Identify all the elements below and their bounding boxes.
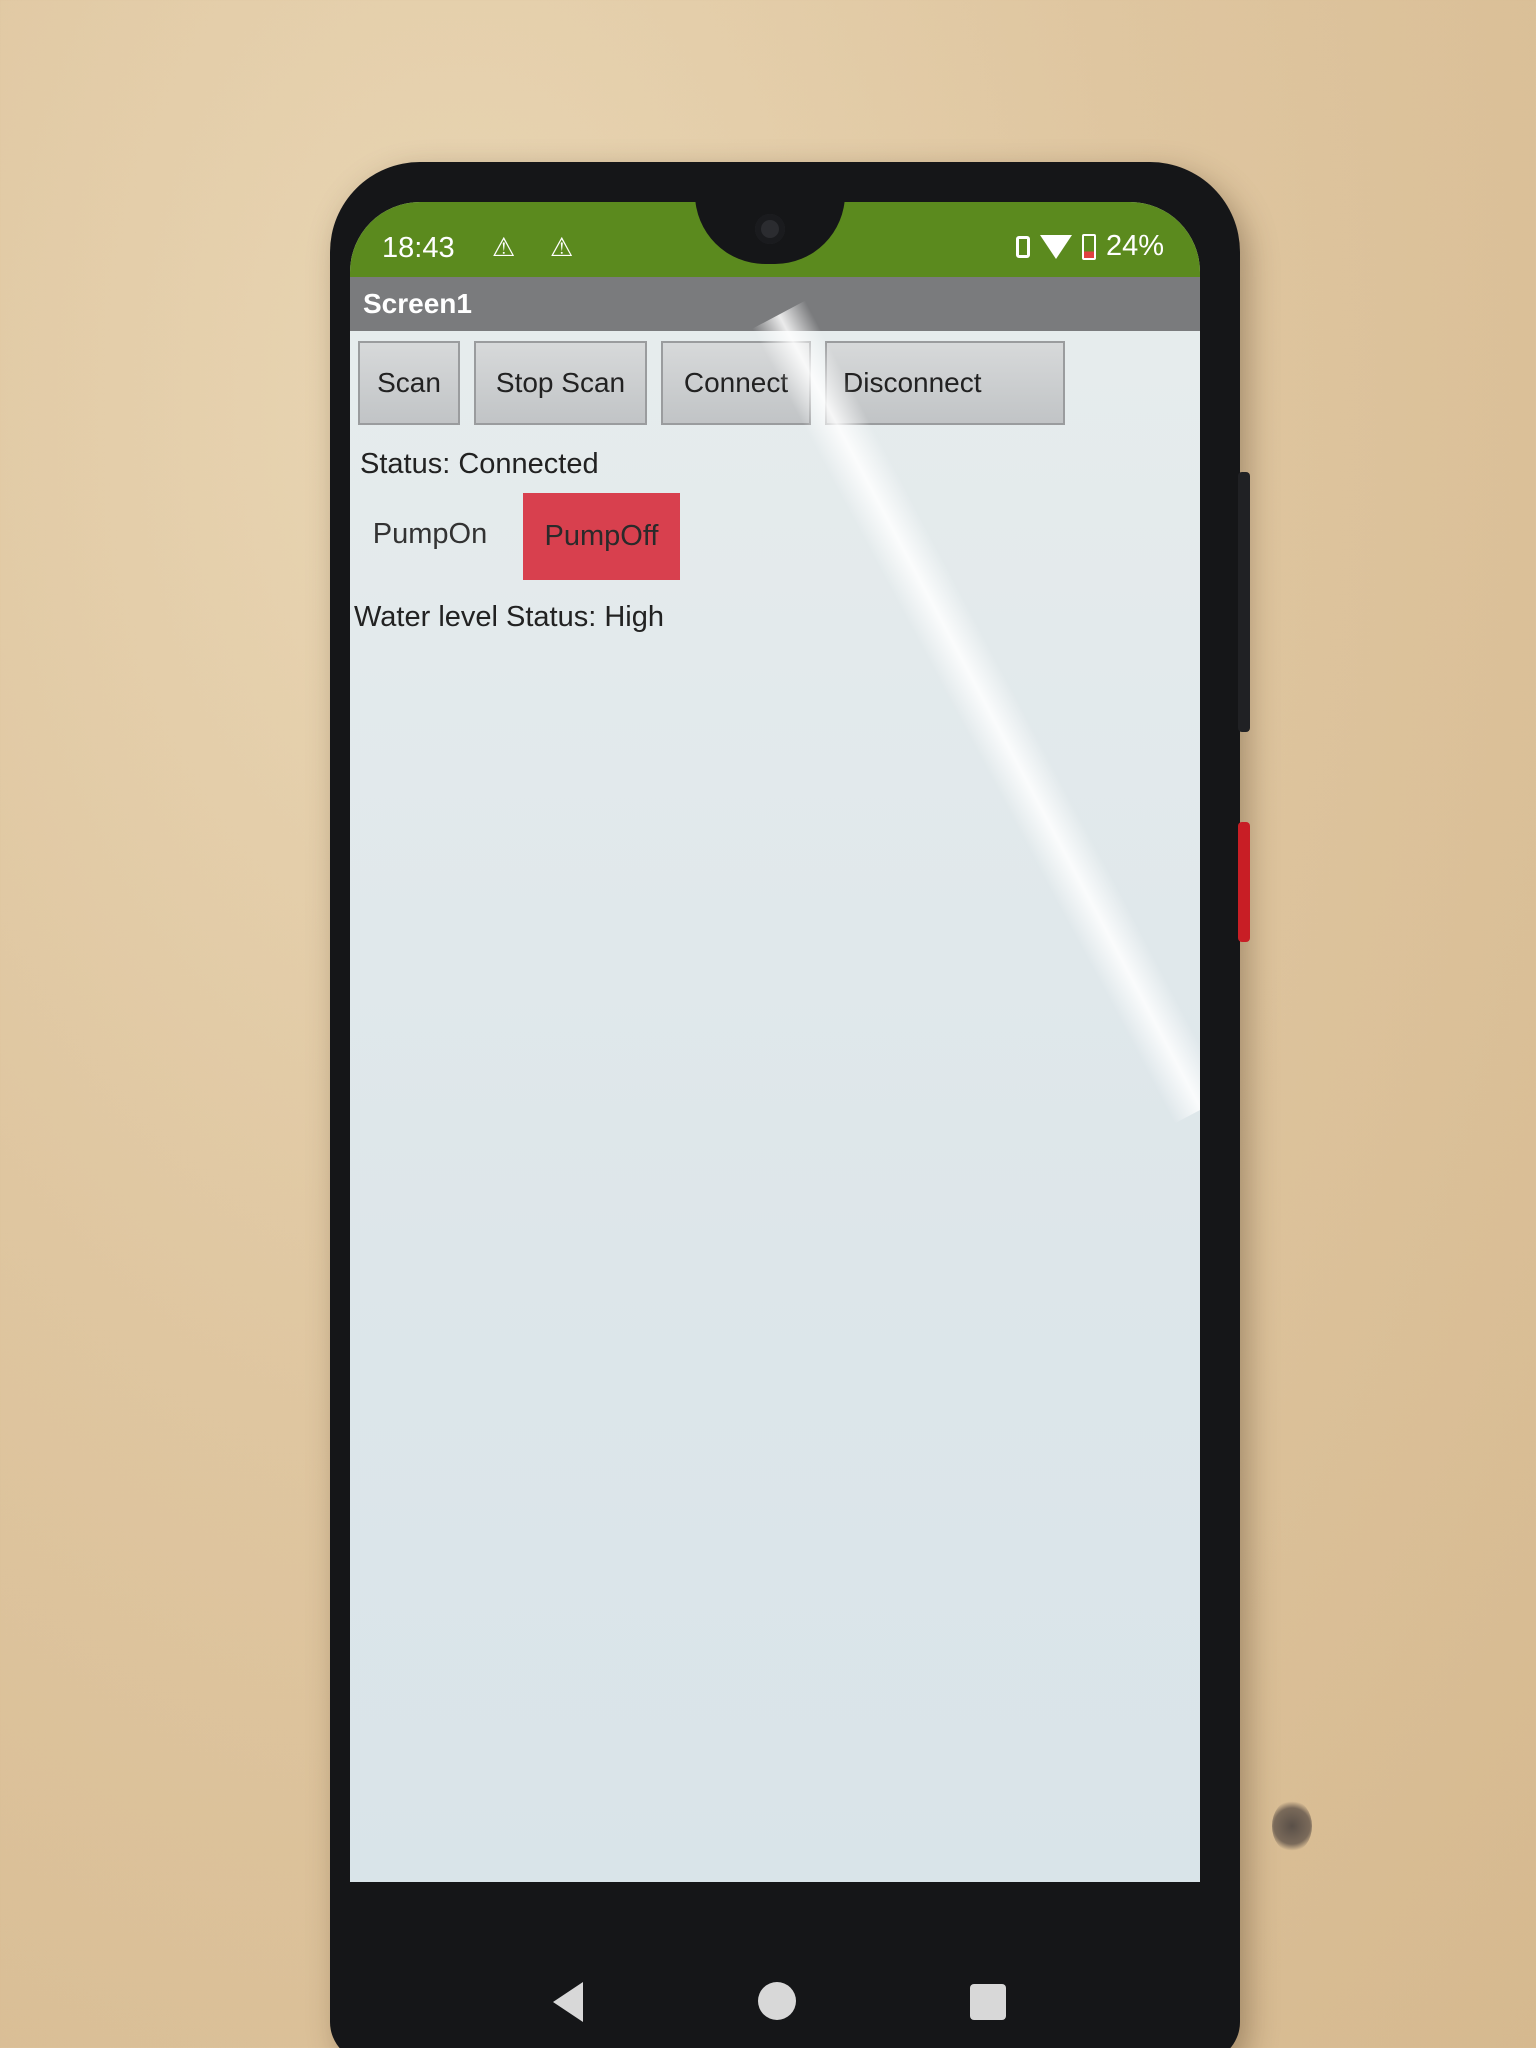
back-icon[interactable]	[553, 1982, 583, 2022]
warning-icon: ⚠	[492, 232, 516, 262]
phone-screen: 18:43 ⚠ ⚠ 24% Screen1 Scan Stop Scan Con…	[350, 202, 1200, 1882]
battery-icon	[1081, 233, 1096, 260]
screen-title: Screen1	[363, 288, 472, 319]
recents-icon[interactable]	[970, 1984, 1006, 2020]
navigation-bar	[330, 1882, 1240, 2048]
connection-status-label: Status: Connected	[360, 448, 599, 480]
vibrate-icon	[1015, 235, 1030, 258]
water-level-status-label: Water level Status: High	[354, 601, 664, 633]
bluetooth-button-row: Scan Stop Scan Connect Disconnect	[358, 341, 1065, 425]
table-debris	[1272, 1800, 1312, 1852]
app-content: Scan Stop Scan Connect Disconnect Status…	[350, 331, 1200, 1882]
battery-percent: 24%	[1105, 230, 1164, 262]
camera-notch	[695, 202, 845, 264]
connect-button[interactable]: Connect	[661, 341, 811, 425]
disconnect-button[interactable]: Disconnect	[825, 341, 1065, 425]
pump-off-button[interactable]: PumpOff	[523, 493, 680, 580]
warning-icon: ⚠	[550, 232, 574, 262]
pump-on-button[interactable]: PumpOn	[360, 491, 500, 577]
scan-button[interactable]: Scan	[358, 341, 460, 425]
wifi-icon	[1039, 234, 1072, 259]
app-title-bar: Screen1	[350, 277, 1200, 331]
status-bar: 18:43 ⚠ ⚠ 24%	[350, 202, 1200, 277]
status-time: 18:43	[382, 232, 455, 264]
volume-button	[1238, 472, 1250, 732]
system-icons: 24%	[1015, 230, 1164, 263]
power-button	[1238, 822, 1250, 942]
stop-scan-button[interactable]: Stop Scan	[474, 341, 647, 425]
phone: 18:43 ⚠ ⚠ 24% Screen1 Scan Stop Scan Con…	[330, 162, 1250, 2048]
front-camera-icon	[755, 214, 785, 244]
home-icon[interactable]	[758, 1982, 796, 2020]
